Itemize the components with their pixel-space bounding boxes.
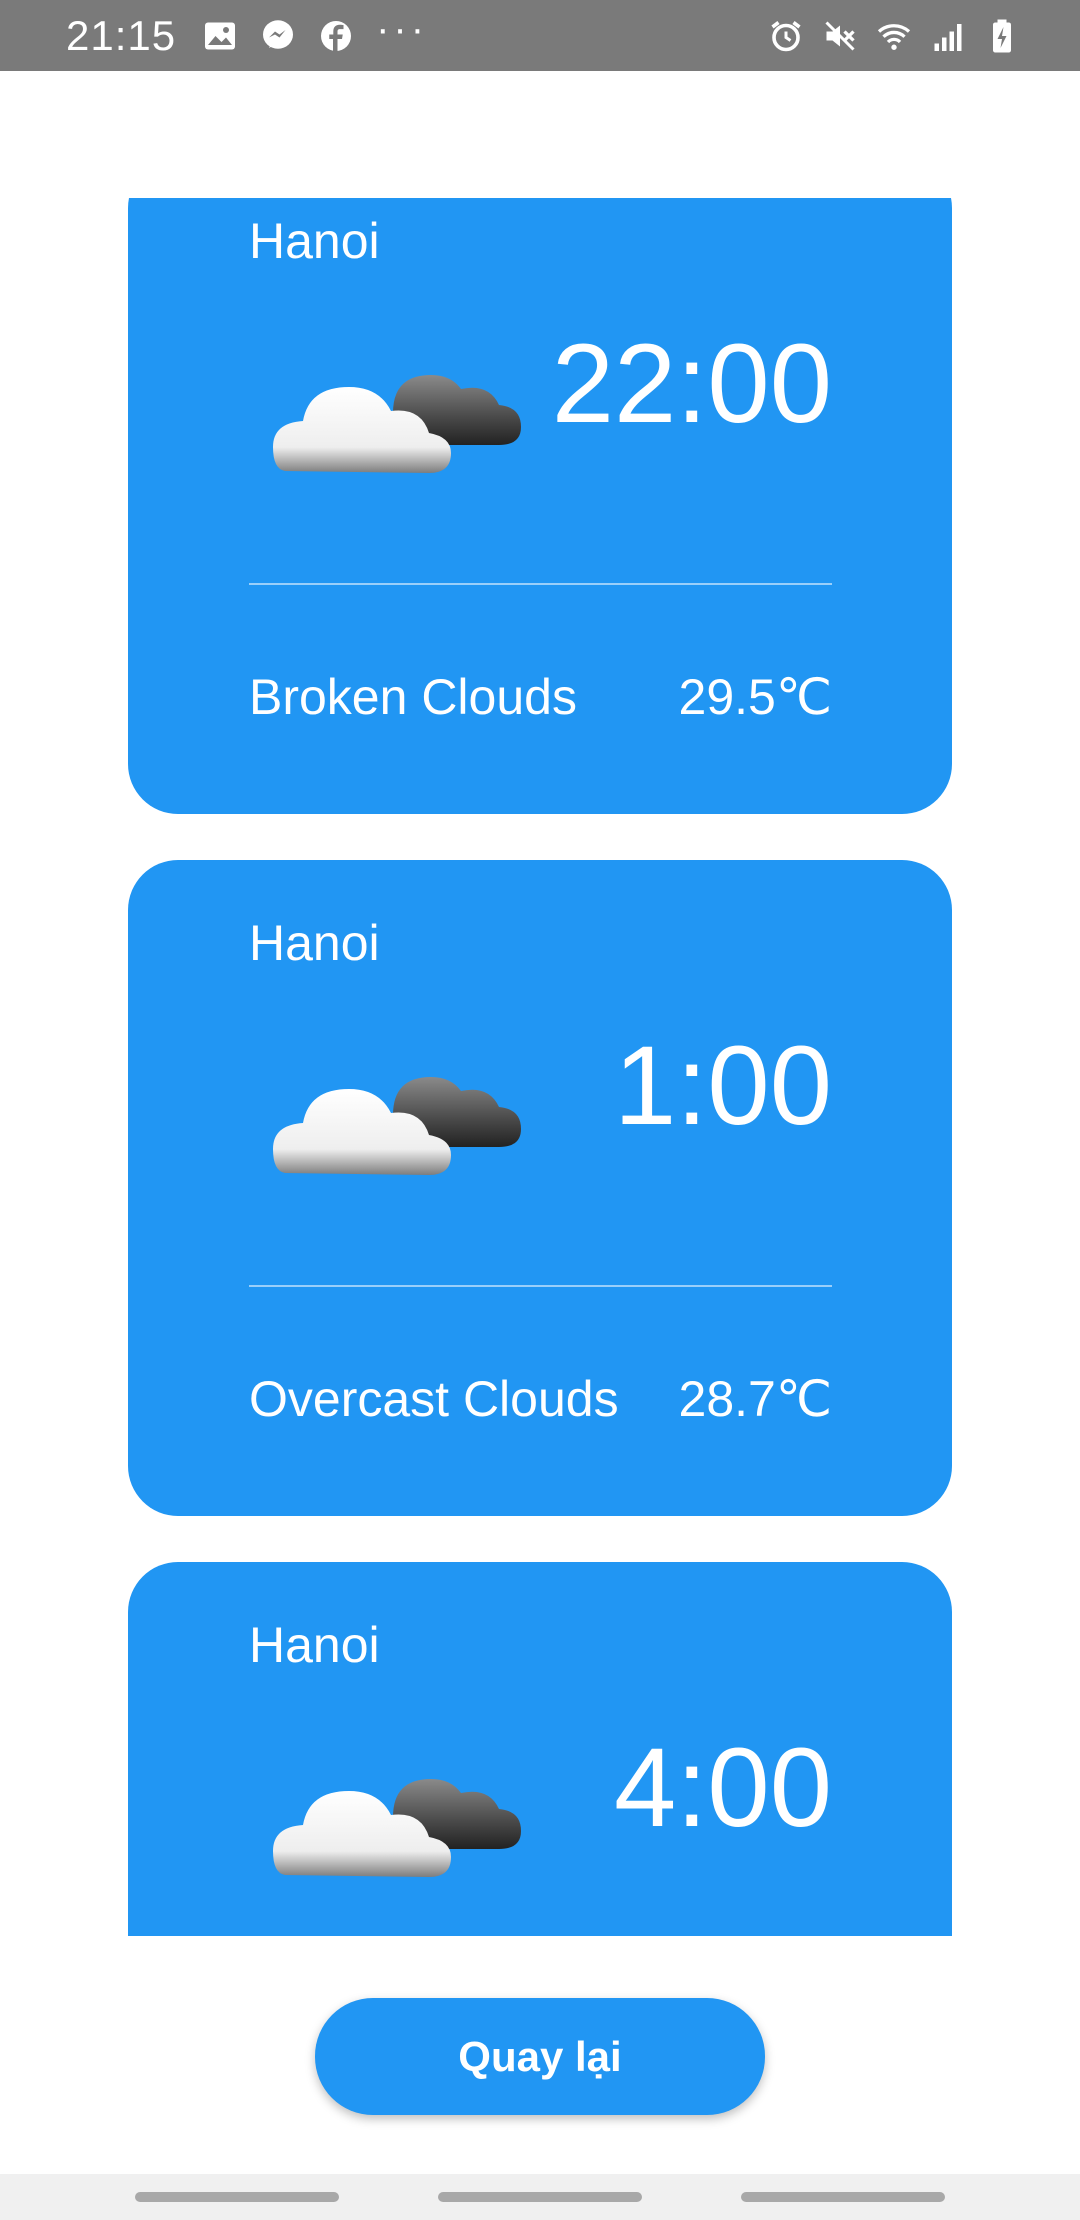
navigation-bar (0, 2174, 1080, 2220)
card-temperature: 28.7℃ (678, 1371, 832, 1427)
alarm-icon (768, 18, 804, 54)
card-description: Overcast Clouds (249, 1371, 619, 1427)
card-city: Hanoi (249, 915, 380, 971)
card-city: Hanoi (249, 213, 380, 269)
status-left-icons: ··· (202, 9, 428, 54)
mute-icon (822, 18, 858, 54)
forecast-card[interactable]: Hanoi 22:00 Broken Clouds 29.5℃ (128, 198, 952, 814)
broken-clouds-icon (273, 343, 523, 483)
nav-home-handle[interactable] (438, 2192, 642, 2202)
battery-charging-icon (984, 18, 1020, 54)
more-dots-icon: ··· (376, 6, 429, 51)
card-divider (249, 1285, 832, 1287)
card-divider (249, 583, 832, 585)
card-temperature: 29.5℃ (678, 669, 832, 725)
forecast-card[interactable]: Hanoi 4:00 (128, 1562, 952, 1936)
card-time: 1:00 (614, 1023, 832, 1148)
facebook-icon (318, 18, 354, 54)
status-bar: 21:15 ··· (0, 0, 1080, 71)
gallery-icon (202, 18, 238, 54)
nav-recent-handle[interactable] (135, 2192, 339, 2202)
back-button[interactable]: Quay lại (315, 1998, 765, 2115)
status-right-icons (768, 18, 1020, 54)
nav-back-handle[interactable] (741, 2192, 945, 2202)
forecast-card[interactable]: Hanoi 1:00 Overcast Clouds 28.7℃ (128, 860, 952, 1516)
signal-icon (930, 18, 966, 54)
card-city: Hanoi (249, 1617, 380, 1673)
card-time: 22:00 (551, 321, 832, 446)
overcast-clouds-icon (273, 1747, 523, 1887)
messenger-icon (260, 18, 296, 54)
wifi-icon (876, 18, 912, 54)
overcast-clouds-icon (273, 1045, 523, 1185)
forecast-list[interactable]: Hanoi 22:00 Broken Clouds 29.5℃ Hanoi 1:… (0, 198, 1080, 1936)
card-time: 4:00 (614, 1725, 832, 1850)
card-description: Broken Clouds (249, 669, 577, 725)
status-time: 21:15 (66, 11, 177, 59)
